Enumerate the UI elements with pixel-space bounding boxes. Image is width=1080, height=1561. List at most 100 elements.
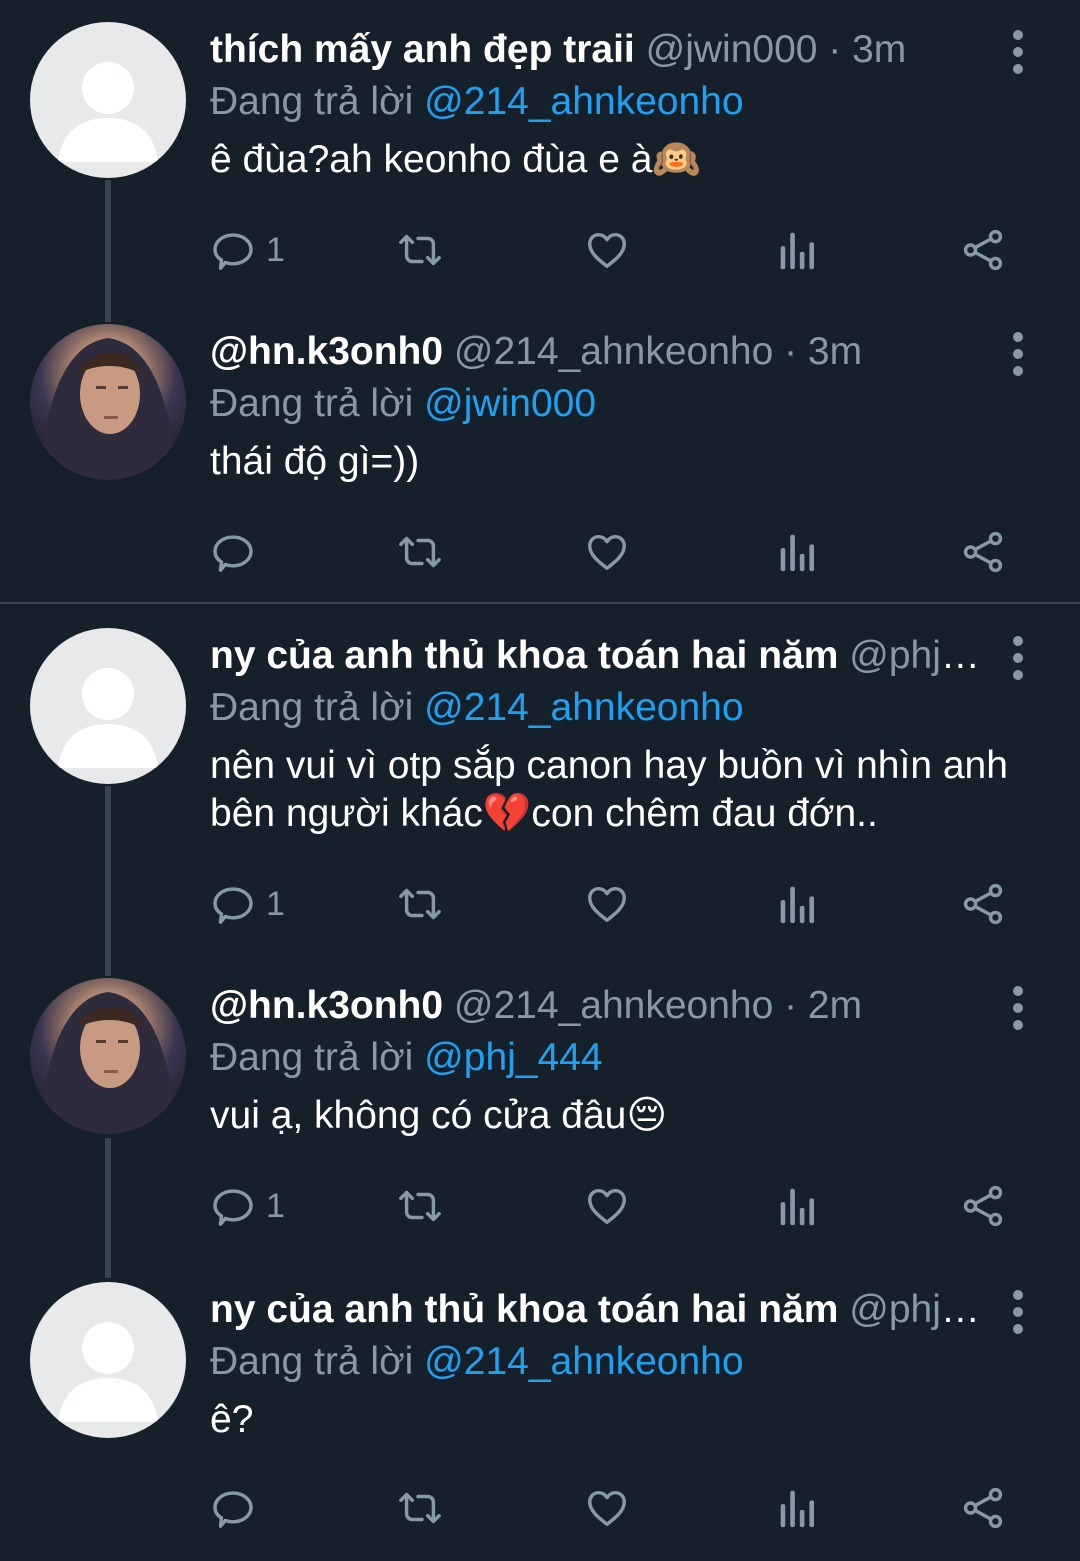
replying-mention-link[interactable]: @phj_444 bbox=[424, 1036, 602, 1079]
more-options-icon[interactable] bbox=[1006, 332, 1030, 376]
analytics-button[interactable] bbox=[776, 1176, 816, 1236]
analytics-button[interactable] bbox=[776, 522, 816, 582]
tweet-text: vui ạ, không có cửa đâu😔 bbox=[210, 1094, 668, 1137]
reply-count: 1 bbox=[266, 1187, 285, 1225]
analytics-icon bbox=[776, 881, 816, 927]
display-name[interactable]: @hn.k3onh0 bbox=[210, 984, 443, 1027]
display-name[interactable]: ny của anh thủ khoa toán hai năm bbox=[210, 1288, 838, 1331]
analytics-button[interactable] bbox=[776, 220, 816, 280]
reply-button[interactable] bbox=[210, 1478, 266, 1538]
avatar-default[interactable] bbox=[30, 628, 186, 784]
reply-count: 1 bbox=[266, 885, 285, 923]
tweet-text: thái độ gì=)) bbox=[210, 440, 420, 483]
like-button[interactable] bbox=[584, 1176, 630, 1236]
reply-button[interactable]: 1 bbox=[210, 1176, 285, 1236]
avatar-default[interactable] bbox=[30, 22, 186, 178]
replying-mention-link[interactable]: @214_ahnkeonho bbox=[424, 1340, 743, 1383]
more-options-icon[interactable] bbox=[1006, 30, 1030, 74]
like-icon bbox=[584, 529, 630, 575]
share-button[interactable] bbox=[960, 874, 1006, 934]
like-button[interactable] bbox=[584, 220, 630, 280]
tweet[interactable]: thích mấy anh đẹp traii @jwin000 · 3m Đan… bbox=[0, 22, 1080, 290]
tweet-header: @hn.k3onh0 @214_ahnkeonho · 3m bbox=[210, 324, 980, 380]
retweet-button[interactable] bbox=[394, 1478, 446, 1538]
share-button[interactable] bbox=[960, 522, 1006, 582]
more-options-icon[interactable] bbox=[1006, 636, 1030, 680]
reply-button[interactable]: 1 bbox=[210, 874, 285, 934]
share-icon bbox=[960, 227, 1006, 273]
analytics-button[interactable] bbox=[776, 874, 816, 934]
tweet[interactable]: @hn.k3onh0 @214_ahnkeonho · 3m Đang trả l… bbox=[0, 324, 1080, 592]
retweet-icon bbox=[394, 1485, 446, 1531]
profile-photo-image bbox=[40, 338, 176, 480]
replying-prefix: Đang trả lời bbox=[210, 1340, 414, 1383]
like-button[interactable] bbox=[584, 522, 630, 582]
analytics-button[interactable] bbox=[776, 1478, 816, 1538]
share-icon bbox=[960, 881, 1006, 927]
handle-and-time[interactable]: @214_ahnkeonho · 3m bbox=[454, 330, 862, 373]
tweet[interactable]: ny của anh thủ khoa toán hai năm @phj_44… bbox=[0, 628, 1080, 944]
retweet-button[interactable] bbox=[394, 874, 446, 934]
tweet-actions: 1 bbox=[210, 1176, 1080, 1236]
more-options-icon[interactable] bbox=[1006, 1290, 1030, 1334]
analytics-icon bbox=[776, 529, 816, 575]
display-name[interactable]: thích mấy anh đẹp traii bbox=[210, 28, 635, 71]
replying-to: Đang trả lời @214_ahnkeonho bbox=[210, 680, 744, 736]
avatar-photo[interactable] bbox=[30, 324, 186, 480]
tweet[interactable]: ny của anh thủ khoa toán hai năm @phj_44… bbox=[0, 1282, 1080, 1548]
default-avatar-icon bbox=[58, 62, 158, 162]
handle-and-time[interactable]: @phj_444 · 2m bbox=[849, 1288, 980, 1331]
replying-to: Đang trả lời @jwin000 bbox=[210, 376, 596, 432]
share-button[interactable] bbox=[960, 1176, 1006, 1236]
default-avatar-icon bbox=[58, 1322, 158, 1422]
tweet-actions: 1 bbox=[210, 874, 1080, 934]
replying-mention-link[interactable]: @214_ahnkeonho bbox=[424, 686, 743, 729]
retweet-icon bbox=[394, 529, 446, 575]
tweet-text: ê? bbox=[210, 1398, 254, 1441]
replying-to: Đang trả lời @214_ahnkeonho bbox=[210, 1334, 744, 1390]
display-name[interactable]: ny của anh thủ khoa toán hai năm bbox=[210, 634, 838, 677]
like-icon bbox=[584, 227, 630, 273]
handle-and-time[interactable]: @214_ahnkeonho · 2m bbox=[454, 984, 862, 1027]
retweet-button[interactable] bbox=[394, 522, 446, 582]
share-icon bbox=[960, 529, 1006, 575]
reply-button[interactable]: 1 bbox=[210, 220, 285, 280]
handle-and-time[interactable]: @jwin000 · 3m bbox=[646, 28, 907, 71]
tweet-header: ny của anh thủ khoa toán hai năm @phj_44… bbox=[210, 628, 980, 684]
tweet-actions: 1 bbox=[210, 220, 1080, 280]
reply-button[interactable] bbox=[210, 522, 266, 582]
replying-mention-link[interactable]: @jwin000 bbox=[424, 382, 596, 425]
retweet-button[interactable] bbox=[394, 220, 446, 280]
profile-photo-image bbox=[40, 992, 176, 1134]
tweet-actions bbox=[210, 522, 1080, 582]
analytics-icon bbox=[776, 1183, 816, 1229]
like-button[interactable] bbox=[584, 874, 630, 934]
display-name[interactable]: @hn.k3onh0 bbox=[210, 330, 443, 373]
share-button[interactable] bbox=[960, 1478, 1006, 1538]
tweet-text: nên vui vì otp sắp canon hay buồn vì nhì… bbox=[210, 744, 1008, 835]
replying-mention-link[interactable]: @214_ahnkeonho bbox=[424, 80, 743, 123]
like-button[interactable] bbox=[584, 1478, 630, 1538]
replying-prefix: Đang trả lời bbox=[210, 382, 414, 425]
handle-and-time[interactable]: @phj_444 · 3m bbox=[849, 634, 980, 677]
tweet[interactable]: @hn.k3onh0 @214_ahnkeonho · 2m Đang trả l… bbox=[0, 978, 1080, 1246]
avatar-photo[interactable] bbox=[30, 978, 186, 1134]
share-icon bbox=[960, 1183, 1006, 1229]
reply-count: 1 bbox=[266, 231, 285, 269]
replying-to: Đang trả lời @214_ahnkeonho bbox=[210, 74, 744, 130]
tweet-header: ny của anh thủ khoa toán hai năm @phj_44… bbox=[210, 1282, 980, 1338]
tweet-header: thích mấy anh đẹp traii @jwin000 · 3m bbox=[210, 22, 980, 78]
like-icon bbox=[584, 881, 630, 927]
reply-icon bbox=[210, 1485, 256, 1531]
tweet-actions bbox=[210, 1478, 1080, 1538]
more-options-icon[interactable] bbox=[1006, 986, 1030, 1030]
thread-divider bbox=[0, 602, 1080, 604]
share-button[interactable] bbox=[960, 220, 1006, 280]
tweet-content: @hn.k3onh0 @214_ahnkeonho · 2m Đang trả l… bbox=[210, 978, 1080, 1246]
analytics-icon bbox=[776, 1485, 816, 1531]
retweet-button[interactable] bbox=[394, 1176, 446, 1236]
replying-prefix: Đang trả lời bbox=[210, 80, 414, 123]
retweet-icon bbox=[394, 881, 446, 927]
avatar-default[interactable] bbox=[30, 1282, 186, 1438]
tweet-content: ny của anh thủ khoa toán hai năm @phj_44… bbox=[210, 1282, 1080, 1548]
